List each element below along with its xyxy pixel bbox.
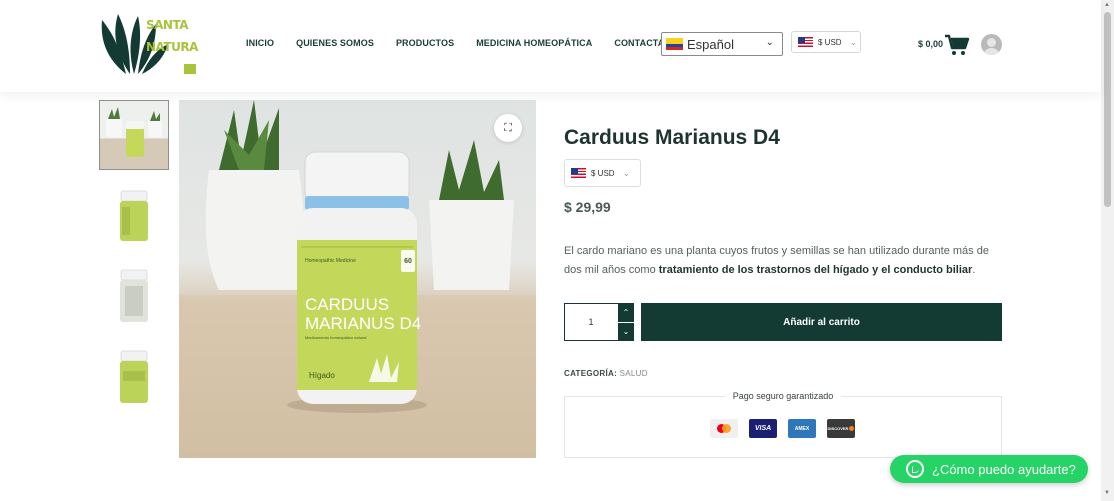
product-currency-selected: $ USD (591, 168, 615, 178)
user-avatar-icon[interactable] (981, 34, 1002, 55)
logo-line-2: NATURA (146, 40, 198, 54)
label-count: 60 (404, 258, 412, 265)
secure-payment-title-text: Pago seguro garantizado (724, 391, 842, 401)
whatsapp-icon (906, 460, 924, 478)
scroll-down-icon[interactable]: ▼ (1104, 490, 1110, 496)
us-flag-icon (798, 37, 813, 47)
discover-icon: DISCOVER (827, 419, 855, 438)
payment-cards: VISA AMEX DISCOVER (710, 419, 855, 438)
label-name-2: MARIANUS D4 (305, 314, 421, 333)
logo-line-1: SANTA (146, 18, 189, 32)
nav-item-quienes-somos[interactable]: QUIENES SOMOS (296, 38, 374, 48)
label-brand: Homeopathic Medicine (305, 258, 356, 264)
quantity-decrease-button[interactable]: ⌄ (618, 322, 634, 340)
chevron-down-icon: ⌄ (765, 37, 774, 48)
thumbnail-4[interactable] (99, 343, 169, 413)
main-nav: INICIO QUIENES SOMOS PRODUCTOS MEDICINA … (246, 38, 706, 48)
nav-item-productos[interactable]: PRODUCTOS (396, 38, 454, 48)
thumbnail-3[interactable] (99, 262, 169, 332)
discover-label: DISCOVER (827, 426, 849, 431)
product-description: El cardo mariano es una planta cuyos fru… (564, 242, 1000, 280)
currency-selected: $ USD (818, 37, 842, 47)
product-price: $ 29,99 (564, 199, 611, 215)
chevron-down-icon: ⌄ (622, 167, 631, 178)
scroll-up-icon[interactable]: ▲ (1104, 2, 1110, 8)
language-select[interactable]: Español ⌄ (661, 32, 783, 56)
label-organ: Hígado (309, 371, 335, 380)
quantity-stepper: 1 ⌃ ⌄ (564, 303, 634, 341)
quantity-increase-button[interactable]: ⌃ (618, 304, 634, 322)
language-selected: Español (687, 36, 734, 52)
currency-select[interactable]: $ USD ⌄ (791, 31, 861, 53)
thumbnail-4-image (120, 350, 148, 403)
category-value[interactable]: SALUD (620, 369, 648, 378)
product-title: Carduus Marianus D4 (564, 126, 780, 149)
label-subtitle: Medicamento homeopático natural (305, 335, 366, 340)
scroll-thumb[interactable] (1104, 12, 1111, 207)
nav-item-medicina-homeopatica[interactable]: MEDICINA HOMEOPÁTICA (476, 38, 592, 48)
label-name-1: CARDUUS (305, 295, 389, 314)
site-header: SANTA NATURA INICIO QUIENES SOMOS PRODUC… (0, 0, 1101, 92)
chevron-down-icon: ⌄ (849, 36, 858, 47)
colombia-flag-icon (666, 38, 683, 50)
add-to-cart-button[interactable]: Añadir al carrito (641, 303, 1002, 341)
thumbnail-2[interactable] (99, 181, 169, 251)
thumbnail-3-image (120, 269, 148, 322)
category-label: CATEGORÍA: (564, 369, 618, 378)
scrollbar[interactable]: ▲ ▼ (1101, 0, 1114, 501)
visa-icon: VISA (749, 419, 777, 438)
thumbnail-1[interactable] (99, 100, 169, 170)
product-photo: Homeopathic Medicine 60 CARDUUS MARIANUS… (179, 100, 536, 458)
whatsapp-chat-button[interactable]: ¿Cómo puedo ayudarte? (890, 455, 1088, 483)
expand-icon[interactable]: ⛶ (494, 114, 522, 142)
whatsapp-label: ¿Cómo puedo ayudarte? (932, 461, 1076, 477)
thumbnail-1-image (106, 107, 162, 157)
mastercard-icon (710, 419, 738, 438)
quantity-input[interactable]: 1 (565, 304, 617, 340)
amex-icon: AMEX (788, 419, 816, 438)
thumbnail-2-image (120, 190, 148, 241)
description-text-end: . (972, 264, 976, 276)
us-flag-icon (571, 168, 586, 178)
nav-item-inicio[interactable]: INICIO (246, 38, 274, 48)
secure-payment-title: Pago seguro garantizado (565, 391, 1001, 401)
cart-total[interactable]: $ 0,00 (918, 39, 943, 49)
product-category: CATEGORÍA: SALUD (564, 369, 648, 378)
secure-payment-box: Pago seguro garantizado VISA AMEX DISCOV… (564, 391, 1002, 458)
description-text-bold: tratamiento de los trastornos del hígado… (658, 264, 973, 276)
main-product-image[interactable]: Homeopathic Medicine 60 CARDUUS MARIANUS… (179, 100, 536, 458)
cart-icon[interactable] (944, 33, 970, 57)
product-currency-select[interactable]: $ USD ⌄ (564, 159, 641, 187)
logo-text: SANTA NATURA (146, 14, 198, 58)
